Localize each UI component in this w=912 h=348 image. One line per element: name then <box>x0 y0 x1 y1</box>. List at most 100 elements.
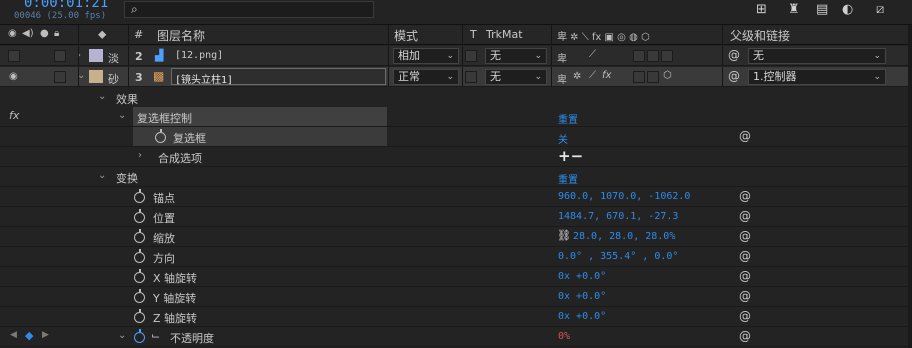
pick-whip-icon[interactable]: @ <box>739 209 751 223</box>
audio-icon[interactable]: ◀) <box>22 28 34 39</box>
effects-group-row[interactable]: ⌄ 效果 <box>0 88 912 108</box>
switch-box[interactable] <box>647 50 659 62</box>
stopwatch-icon[interactable] <box>134 189 145 203</box>
effect-name-cell[interactable]: 复选框控制 <box>133 107 387 126</box>
constrain-proportions-link-icon[interactable]: ⛓ <box>557 229 571 242</box>
layer-name-field[interactable]: [镜头立柱1] <box>171 68 386 86</box>
stopwatch-icon[interactable] <box>134 309 145 323</box>
video-toggle[interactable] <box>8 50 20 62</box>
switch-box[interactable] <box>633 71 645 83</box>
frame-blending-icon[interactable]: ▤ <box>816 2 828 17</box>
quality-switch-icon[interactable]: ⟋ <box>589 49 596 60</box>
lock-toggle[interactable] <box>54 50 66 62</box>
collapse-caret-icon[interactable]: ⌄ <box>98 170 106 181</box>
layer-row[interactable]: › 淡 2 ▟ [12.png] 相加 ⌄ 无 ⌄ 卑 ⟋ @ 无 ⌄ <box>0 46 912 66</box>
x-rotation-value[interactable]: 0x +0.0° <box>558 271 606 282</box>
position-value[interactable]: 1484.7, 670.1, -27.3 <box>558 211 678 222</box>
fx-badge[interactable]: fx <box>9 109 19 122</box>
y-rotation-value[interactable]: 0x +0.0° <box>558 291 606 302</box>
parent-dropdown[interactable]: 无 ⌄ <box>748 48 886 64</box>
lock-toggle[interactable] <box>54 71 66 83</box>
property-row-position[interactable]: 位置 1484.7, 670.1, -27.3 @ <box>0 207 912 227</box>
pick-whip-icon[interactable]: @ <box>739 129 751 143</box>
transform-group-row[interactable]: ⌄ 变换 重置 <box>0 167 912 187</box>
eye-icon[interactable]: ◉ <box>9 71 18 82</box>
pick-whip-icon[interactable]: @ <box>739 229 751 243</box>
property-row-scale[interactable]: 缩放 ⛓ 28.0, 28.0, 28.0% @ <box>0 227 912 247</box>
property-row-z-rotation[interactable]: Z 轴旋转 0x +0.0° @ <box>0 307 912 327</box>
col-mode[interactable]: 模式 <box>394 27 418 44</box>
solo-icon[interactable]: ● <box>40 28 49 39</box>
motion-blur-icon[interactable]: ◐ <box>842 2 853 17</box>
col-trkmat[interactable]: TrkMat <box>486 28 523 41</box>
property-row-anchor[interactable]: 锚点 960.0, 1070.0, -1062.0 @ <box>0 187 912 207</box>
collapse-caret-icon[interactable]: ⌄ <box>118 110 126 121</box>
pick-whip-icon[interactable]: @ <box>739 269 751 283</box>
preserve-transparency-toggle[interactable] <box>465 50 477 62</box>
comp-flowchart-icon[interactable]: ⊞ <box>756 2 767 17</box>
graph-editor-icon[interactable]: ⧄ <box>876 2 884 17</box>
property-row-y-rotation[interactable]: Y 轴旋转 0x +0.0° @ <box>0 287 912 307</box>
collapse-switch-icon[interactable]: ✲ <box>573 71 581 82</box>
property-row-x-rotation[interactable]: X 轴旋转 0x +0.0° @ <box>0 267 912 287</box>
effect-reset-link[interactable]: 重置 <box>558 111 578 126</box>
pick-whip-icon[interactable]: @ <box>739 329 751 343</box>
pick-whip-icon[interactable]: @ <box>728 69 740 83</box>
next-keyframe-icon[interactable]: ▶ <box>42 330 49 340</box>
effect-row[interactable]: fx ⌄ 复选框控制 重置 <box>0 107 912 127</box>
graph-icon[interactable]: ⌙ <box>151 329 160 342</box>
pick-whip-icon[interactable]: @ <box>739 249 751 263</box>
vertical-scrollbar[interactable] <box>908 25 912 348</box>
property-row-orientation[interactable]: 方向 0.0° , 355.4° , 0.0° @ <box>0 247 912 267</box>
parent-dropdown[interactable]: 1.控制器 ⌄ <box>748 69 886 85</box>
transform-reset-link[interactable]: 重置 <box>558 171 578 186</box>
shy-switch-icon[interactable]: 卑 <box>557 71 567 86</box>
col-layer-name[interactable]: 图层名称 <box>157 27 205 44</box>
orientation-value[interactable]: 0.0° , 355.4° , 0.0° <box>558 251 678 262</box>
keyframe-diamond-icon[interactable]: ◆ <box>25 329 33 342</box>
mode-dropdown[interactable]: 正常 ⌄ <box>393 69 459 85</box>
switch-box[interactable] <box>633 50 645 62</box>
timecode[interactable]: 0:00:01:21 <box>24 0 108 11</box>
pick-whip-icon[interactable]: @ <box>739 289 751 303</box>
stopwatch-icon[interactable] <box>155 129 166 143</box>
stopwatch-icon[interactable] <box>134 209 145 223</box>
video-eye-icon[interactable]: ◉ <box>8 28 17 39</box>
switch-box[interactable] <box>661 50 673 62</box>
label-tag-icon[interactable]: ⬥ <box>98 27 106 42</box>
z-rotation-value[interactable]: 0x +0.0° <box>558 311 606 322</box>
stopwatch-icon[interactable] <box>134 289 145 303</box>
compositing-options-row[interactable]: › 合成选项 +− <box>0 147 912 167</box>
shy-switch-icon[interactable]: 卑 <box>557 50 567 65</box>
pick-whip-icon[interactable]: @ <box>728 48 740 62</box>
label-color-swatch[interactable] <box>89 70 103 83</box>
expand-caret-icon[interactable]: › <box>138 150 142 161</box>
search-input[interactable]: ⌕ <box>124 1 374 18</box>
layer-name[interactable]: [12.png] <box>175 50 223 61</box>
shy-layers-icon[interactable]: ♜ <box>788 2 800 17</box>
trkmat-dropdown[interactable]: 无 ⌄ <box>485 69 547 85</box>
collapse-caret-icon[interactable]: ⌄ <box>118 330 126 341</box>
scale-value[interactable]: 28.0, 28.0, 28.0% <box>573 231 675 242</box>
collapse-caret-icon[interactable]: ⌄ <box>98 91 106 102</box>
col-parent[interactable]: 父级和链接 <box>730 27 790 44</box>
checkbox-value[interactable]: 关 <box>558 131 568 146</box>
lock-icon[interactable]: 🔒︎ <box>54 28 59 39</box>
pick-whip-icon[interactable]: @ <box>739 309 751 323</box>
anchor-point-value[interactable]: 960.0, 1070.0, -1062.0 <box>558 191 690 202</box>
stopwatch-icon[interactable] <box>134 229 145 243</box>
layer-row-selected[interactable]: ◉ ⌄ 砂 3 ▩ [镜头立柱1] 正常 ⌄ 无 ⌄ 卑 ✲ ⟋ fx ⬡ @ 1.… <box>0 67 912 87</box>
fx-switch-icon[interactable]: fx <box>602 70 611 81</box>
mode-dropdown[interactable]: 相加 ⌄ <box>393 48 459 64</box>
pick-whip-icon[interactable]: @ <box>739 189 751 203</box>
add-remove-mask-buttons[interactable]: +− <box>558 147 583 165</box>
stopwatch-icon[interactable] <box>134 249 145 263</box>
trkmat-dropdown[interactable]: 无 ⌄ <box>485 48 547 64</box>
property-row-opacity[interactable]: ◀ ◆ ▶ ⌄ ⌙ 不透明度 0% @ <box>0 327 912 347</box>
switch-box[interactable] <box>647 71 659 83</box>
preserve-transparency-toggle[interactable] <box>465 71 477 83</box>
stopwatch-active-icon[interactable] <box>134 329 145 343</box>
3d-layer-icon[interactable]: ⬡ <box>663 70 672 81</box>
stopwatch-icon[interactable] <box>134 269 145 283</box>
prev-keyframe-icon[interactable]: ◀ <box>10 330 17 340</box>
